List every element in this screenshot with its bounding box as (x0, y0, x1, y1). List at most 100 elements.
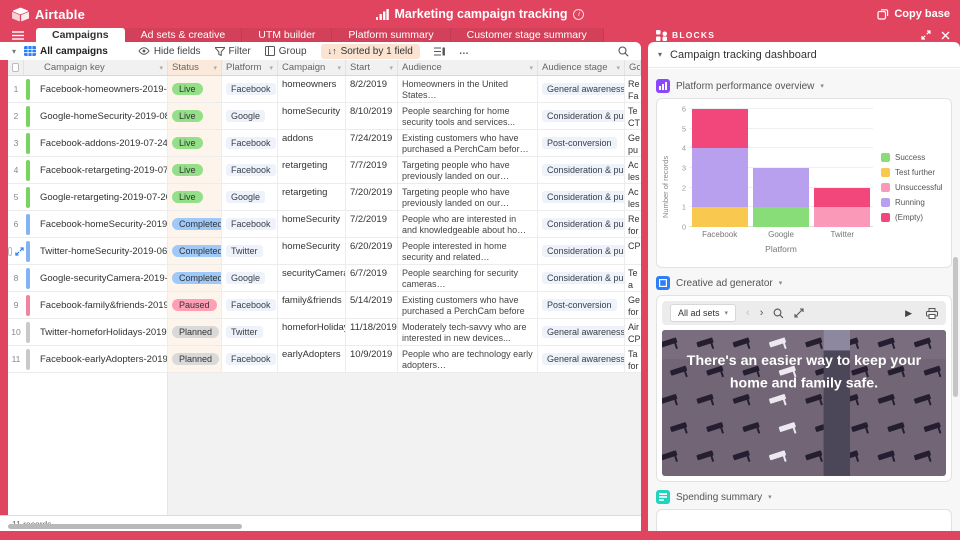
section-platform-performance[interactable]: Platform performance overview ▾ (656, 79, 952, 93)
grid-empty-area (8, 373, 641, 515)
table-row[interactable]: 5 Google-retargeting-2019-07-20 Live Google… (8, 184, 641, 211)
column-header-go[interactable]: Go (625, 60, 641, 75)
grid-footer: 11 records (0, 515, 641, 531)
campaign-cell: homeforHolidays (278, 319, 346, 345)
group-button[interactable]: Group (264, 46, 307, 57)
table-row[interactable]: 6 Facebook-homeSecurity-2019-07-02 Complet… (8, 211, 641, 238)
previous-record-button[interactable]: ‹ (746, 307, 750, 319)
airtable-logo[interactable]: Airtable (0, 7, 200, 22)
column-header-label: Audience stage (542, 62, 608, 73)
campaign-cell: retargeting (278, 157, 346, 183)
sort-button[interactable]: ↓↑ Sorted by 1 field (320, 43, 420, 59)
column-header-platform[interactable]: Platform ▾ (222, 60, 278, 75)
row-checkbox[interactable] (8, 246, 12, 256)
grid-left-margin (0, 60, 8, 515)
view-switcher[interactable]: All campaigns (24, 46, 108, 57)
hamburger-menu-icon[interactable] (0, 28, 36, 42)
printer-icon (926, 307, 938, 319)
table-row[interactable]: 3 Facebook-addons-2019-07-24 Live Facebook a… (8, 130, 641, 157)
grid-view-icon (24, 46, 37, 56)
goal-cell: Ge pu (628, 133, 641, 155)
tab-platform-summary[interactable]: Platform summary (332, 28, 451, 42)
table-row[interactable]: 8 Google-securityCamera-2019-06-07 Complet… (8, 265, 641, 292)
section-creative-ad-generator[interactable]: Creative ad generator ▾ (656, 276, 952, 290)
ad-expand-button[interactable] (794, 308, 804, 318)
audience-stage-cell: Consideration & purchase (538, 184, 625, 210)
tab-customer-stage-summary[interactable]: Customer stage summary (450, 28, 604, 42)
goal-cell: Ac les (628, 160, 640, 182)
row-number-cell: 11 (8, 346, 24, 372)
campaign-key: Twitter-homeSecurity-2019-06-20 (40, 245, 168, 257)
column-header-audience[interactable]: Audience ▾ (398, 60, 538, 75)
row-height-button[interactable] (433, 46, 445, 56)
legend-swatch (881, 182, 890, 192)
campaign-key-cell: Facebook-addons-2019-07-24 (24, 130, 168, 156)
column-header-campaign[interactable]: Campaign ▾ (278, 60, 346, 75)
chart-x-tick-labels: Facebook Google Twitter (689, 227, 873, 240)
bar-segment--empty- (691, 109, 748, 149)
platform-cell: Google (222, 103, 278, 129)
table-row[interactable]: Twitter-homeSecurity-2019-06-20 Completed… (8, 238, 641, 265)
tab-campaigns[interactable]: Campaigns (36, 28, 125, 42)
table-row[interactable]: 10 Twitter-homeforHolidays-2019-11-18 Plan… (8, 319, 641, 346)
platform-token: Google (226, 272, 266, 284)
next-record-button[interactable]: › (760, 307, 764, 319)
row-number: 8 (13, 273, 19, 283)
ellipsis-icon: … (458, 45, 470, 57)
goal-cell: Air CP (628, 322, 641, 344)
column-header-status[interactable]: Status ▾ (168, 60, 222, 75)
expand-record-icon[interactable] (15, 246, 24, 256)
spending-summary-block (656, 509, 952, 531)
info-icon[interactable]: i (573, 8, 585, 20)
status-badge: Planned (172, 326, 220, 338)
bar-facebook (691, 109, 748, 227)
copy-base-button[interactable]: Copy base (877, 0, 950, 28)
campaign-cell: homeSecurity (278, 238, 346, 264)
start-date-cell: 7/20/2019 (346, 184, 398, 210)
tab-ad-sets-creative[interactable]: Ad sets & creative (124, 28, 243, 42)
vertical-scrollbar[interactable] (953, 257, 958, 397)
campaign-key-cell: Google-securityCamera-2019-06-07 (24, 265, 168, 291)
table-row[interactable]: 9 Facebook-family&friends-2019-05-14 Pause… (8, 292, 641, 319)
dashboard-header[interactable]: ▾ Campaign tracking dashboard (648, 42, 960, 68)
campaign-key-cell: Twitter-homeforHolidays-2019-11-18 (24, 319, 168, 345)
collapse-dashboard-icon[interactable]: ▾ (658, 50, 662, 59)
column-header-start[interactable]: Start ▾ (346, 60, 398, 75)
column-header-campaign-key[interactable]: Campaign key ▾ (24, 60, 168, 75)
table-row[interactable]: 11 Facebook-earlyAdopters-2019-10-09 Plann… (8, 346, 641, 373)
more-options-button[interactable]: … (459, 46, 470, 57)
close-panel-icon[interactable] (941, 31, 950, 40)
print-button[interactable] (926, 307, 938, 319)
blocks-icon (656, 29, 667, 41)
table-row[interactable]: 4 Facebook-retargeting-2019-07-07 Live Face… (8, 157, 641, 184)
filter-button[interactable]: Filter (214, 46, 251, 57)
status-cell: Completed (168, 211, 222, 237)
hide-fields-label: Hide fields (153, 45, 201, 57)
search-button[interactable] (618, 45, 629, 57)
audience-cell: People who are technology early adopters… (398, 346, 538, 372)
bar-segment-success (752, 207, 809, 227)
start-date-cell: 6/7/2019 (346, 265, 398, 291)
section-spending-summary[interactable]: Spending summary ▾ (656, 490, 952, 504)
platform-cell: Facebook (222, 346, 278, 372)
table-row[interactable]: 1 Facebook-homeowners-2019-08-02 Live Faceb… (8, 76, 641, 103)
expand-panel-icon[interactable] (921, 30, 931, 40)
campaign-key: Twitter-homeforHolidays-2019-11-18 (40, 326, 168, 338)
ad-search-button[interactable] (773, 308, 784, 319)
hide-fields-button[interactable]: Hide fields (138, 46, 201, 57)
sort-label: Sorted by 1 field (340, 45, 413, 57)
campaign-key: Facebook-homeowners-2019-08-02 (40, 83, 167, 95)
campaign-key-cell: Twitter-homeSecurity-2019-06-20 (24, 238, 168, 264)
ad-sets-selector[interactable]: All ad sets ▾ (670, 304, 737, 322)
column-header-audience-stage[interactable]: Audience stage ▾ (538, 60, 625, 75)
tab-utm-builder[interactable]: UTM builder (242, 28, 333, 42)
view-sidebar-toggle[interactable]: ▾ (12, 47, 16, 56)
legend-item: Unsuccessful (881, 182, 947, 192)
select-all-checkbox[interactable] (12, 63, 19, 72)
bar-slot-facebook (689, 109, 750, 227)
horizontal-scrollbar[interactable] (8, 524, 242, 529)
start-date-cell: 10/9/2019 (346, 346, 398, 372)
play-button[interactable]: ▶ (905, 308, 912, 319)
ad-headline-line1: There's an easier way to keep your (687, 352, 922, 368)
table-row[interactable]: 2 Google-homeSecurity-2019-08-10 Live Googl… (8, 103, 641, 130)
